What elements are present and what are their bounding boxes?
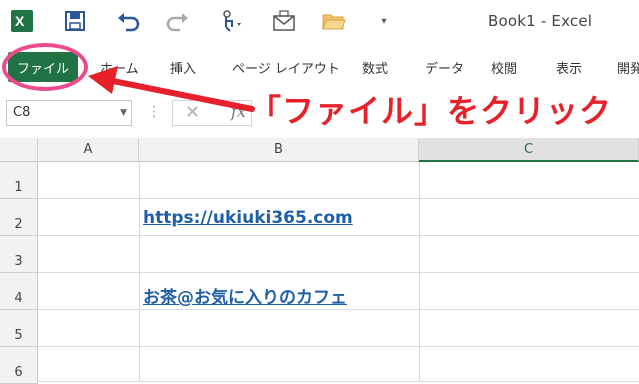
annotation-arrow-icon (88, 66, 255, 112)
annotation-text: 「ファイル」をクリック (249, 92, 613, 130)
